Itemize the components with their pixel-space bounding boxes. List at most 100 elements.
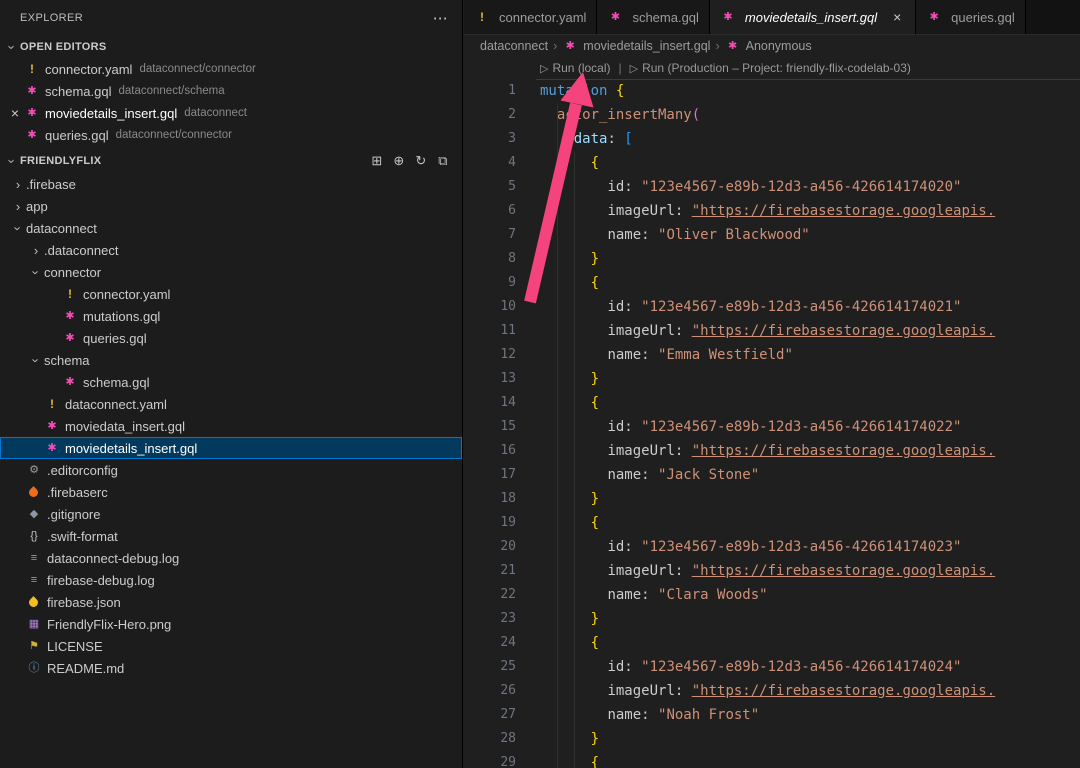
line-number: 4 <box>464 151 516 175</box>
tab-connector.yaml[interactable]: !connector.yaml <box>464 0 597 34</box>
code-token <box>607 83 615 99</box>
tree-item-.dataconnect[interactable]: ›.dataconnect <box>0 239 462 261</box>
code-token: imageUrl <box>607 203 674 219</box>
tree-item-FriendlyFlix-Hero.png[interactable]: ▦FriendlyFlix-Hero.png <box>0 613 462 635</box>
indent-guide <box>574 151 575 768</box>
tab-moviedetails_insert.gql[interactable]: ✱moviedetails_insert.gql× <box>710 0 916 34</box>
codelens-separator: | <box>619 61 622 75</box>
code-token: "https://firebasestorage.googleapis. <box>692 203 995 219</box>
breadcrumb-separator: › <box>715 39 719 53</box>
code-line[interactable]: 1mutation { <box>464 79 1080 103</box>
refresh-explorer-icon[interactable]: ↻ <box>412 153 430 169</box>
line-number: 14 <box>464 391 516 415</box>
line-number: 29 <box>464 751 516 768</box>
line-number: 16 <box>464 439 516 463</box>
open-editor-item-queries.gql[interactable]: ✱queries.gqldataconnect/connector <box>0 124 462 146</box>
breadcrumb-item-Anonymous[interactable]: ✱Anonymous <box>725 38 812 54</box>
code-token <box>540 491 591 507</box>
tree-item-mutations.gql[interactable]: ✱mutations.gql <box>0 305 462 327</box>
tree-item-dataconnect.yaml[interactable]: !dataconnect.yaml <box>0 393 462 415</box>
tree-item-firebase-debug.log[interactable]: ≡firebase-debug.log <box>0 569 462 591</box>
tree-item-README.md[interactable]: ⓘREADME.md <box>0 657 462 679</box>
code-token: ( <box>692 107 700 123</box>
tab-schema.gql[interactable]: ✱schema.gql <box>597 0 709 34</box>
code-line-content: id: "123e4567-e89b-12d3-a456-42661417402… <box>516 415 961 439</box>
breadcrumb-label: Anonymous <box>746 39 812 53</box>
firebase-flame-yellow-icon <box>27 596 40 609</box>
code-token: name <box>607 227 641 243</box>
breadcrumb-item-dataconnect[interactable]: dataconnect <box>480 39 548 53</box>
code-token: } <box>591 371 599 387</box>
code-token: : <box>675 563 692 579</box>
code-token: [ <box>624 131 632 147</box>
code-token: "123e4567-e89b-12d3-a456-426614174021" <box>641 299 961 315</box>
run-local-button[interactable]: ▷ Run (local) <box>540 61 611 75</box>
code-token: : <box>641 707 658 723</box>
open-editor-item-moviedetails_insert.gql[interactable]: ×✱moviedetails_insert.gqldataconnect <box>0 102 462 124</box>
tree-item-schema.gql[interactable]: ✱schema.gql <box>0 371 462 393</box>
code-editor[interactable]: 1mutation {2 actor_insertMany(3 data: [4… <box>464 79 1080 768</box>
tree-item-dataconnect[interactable]: ›dataconnect <box>0 217 462 239</box>
collapse-folders-icon[interactable]: ⧉ <box>434 153 452 169</box>
yaml-alert-icon: ! <box>474 9 490 25</box>
folder-root-header[interactable]: › FRIENDLYFLIX ⊞ ⊕ ↻ ⧉ <box>0 150 462 172</box>
explorer-actions: ⊞ ⊕ ↻ ⧉ <box>368 153 462 169</box>
line-number: 23 <box>464 607 516 631</box>
tree-item-.firebaserc[interactable]: .firebaserc <box>0 481 462 503</box>
open-editor-item-schema.gql[interactable]: ✱schema.gqldataconnect/schema <box>0 80 462 102</box>
close-icon[interactable]: × <box>889 9 905 25</box>
file-path: dataconnect/schema <box>118 85 224 97</box>
tree-item-firebase.json[interactable]: firebase.json <box>0 591 462 613</box>
breadcrumb-separator: › <box>553 39 557 53</box>
play-icon: ▷ <box>540 62 548 75</box>
log-icon: ≡ <box>26 572 42 588</box>
tree-item-moviedata_insert.gql[interactable]: ✱moviedata_insert.gql <box>0 415 462 437</box>
code-token: "Emma Westfield" <box>658 347 793 363</box>
file-name: schema.gql <box>45 84 111 99</box>
code-token: "123e4567-e89b-12d3-a456-426614174023" <box>641 539 961 555</box>
more-actions-icon[interactable]: ⋯ <box>433 9 448 27</box>
tree-item-.gitignore[interactable]: ◆.gitignore <box>0 503 462 525</box>
chevron-down-icon: › <box>29 352 44 368</box>
new-folder-icon[interactable]: ⊕ <box>390 153 408 169</box>
code-token: "Jack Stone" <box>658 467 759 483</box>
code-token: : <box>624 539 641 555</box>
tree-item-LICENSE[interactable]: ⚑LICENSE <box>0 635 462 657</box>
code-token: "Oliver Blackwood" <box>658 227 810 243</box>
file-name: .editorconfig <box>47 463 118 478</box>
tree-item-moviedetails_insert.gql[interactable]: ✱moviedetails_insert.gql <box>0 437 462 459</box>
file-path: dataconnect/connector <box>116 129 232 141</box>
line-number: 25 <box>464 655 516 679</box>
close-icon[interactable]: × <box>6 105 24 121</box>
tree-item-queries.gql[interactable]: ✱queries.gql <box>0 327 462 349</box>
file-name: dataconnect-debug.log <box>47 551 179 566</box>
run-production-button[interactable]: ▷ Run (Production – Project: friendly-fl… <box>630 61 911 75</box>
chevron-down-icon: › <box>29 264 44 280</box>
tree-item-connector.yaml[interactable]: !connector.yaml <box>0 283 462 305</box>
open-editors-header[interactable]: › OPEN EDITORS <box>0 36 462 58</box>
tree-item-.firebase[interactable]: ›.firebase <box>0 173 462 195</box>
braces-icon: {} <box>26 528 42 544</box>
code-token: : <box>675 443 692 459</box>
tree-item-.swift-format[interactable]: {}.swift-format <box>0 525 462 547</box>
tree-item-.editorconfig[interactable]: ⚙.editorconfig <box>0 459 462 481</box>
file-name: .gitignore <box>47 507 100 522</box>
code-token: : <box>641 227 658 243</box>
breadcrumb-label: moviedetails_insert.gql <box>583 39 710 53</box>
tab-queries.gql[interactable]: ✱queries.gql <box>916 0 1026 34</box>
tree-item-schema[interactable]: ›schema <box>0 349 462 371</box>
run-production-label: Run (Production – Project: friendly-flix… <box>642 61 911 75</box>
line-number: 20 <box>464 535 516 559</box>
tree-item-connector[interactable]: ›connector <box>0 261 462 283</box>
line-number: 21 <box>464 559 516 583</box>
new-file-icon[interactable]: ⊞ <box>368 153 386 169</box>
tree-item-app[interactable]: ›app <box>0 195 462 217</box>
open-editor-item-connector.yaml[interactable]: !connector.yamldataconnect/connector <box>0 58 462 80</box>
code-token: : <box>607 131 624 147</box>
play-icon: ▷ <box>630 62 638 75</box>
code-token: imageUrl <box>607 323 674 339</box>
tree-item-dataconnect-debug.log[interactable]: ≡dataconnect-debug.log <box>0 547 462 569</box>
breadcrumb-item-moviedetails_insert.gql[interactable]: ✱moviedetails_insert.gql <box>562 38 710 54</box>
graphql-icon: ✱ <box>62 374 78 390</box>
code-token: "https://firebasestorage.googleapis. <box>692 323 995 339</box>
